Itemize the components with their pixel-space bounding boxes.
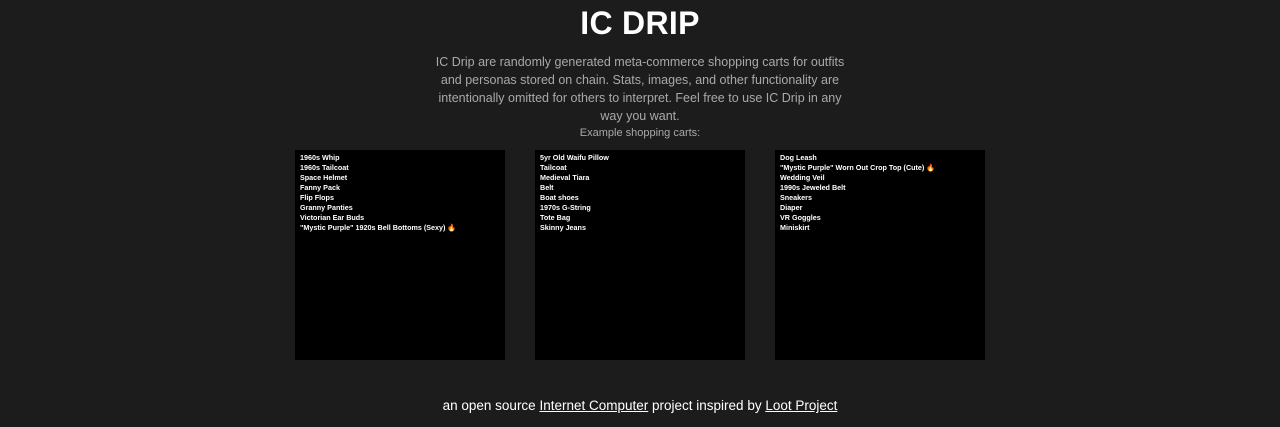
cart-item: Boat shoes — [540, 193, 579, 202]
cart-item: Sneakers — [780, 193, 812, 202]
cart-item: Dog Leash — [780, 153, 817, 162]
cart-item: Belt — [540, 183, 554, 192]
carts-heading: Example shopping carts: — [579, 127, 701, 139]
cart-item: 1960s Tailcoat — [300, 163, 349, 172]
cart-item: VR Goggles — [780, 213, 821, 222]
cart-item-list: Dog Leash "Mystic Purple" Worn Out Crop … — [780, 153, 980, 233]
cart-item: Diaper — [780, 203, 803, 212]
cart-item: Victorian Ear Buds — [300, 213, 365, 222]
cart-item: Tote Bag — [540, 213, 571, 222]
cart-item: 1990s Jeweled Belt — [780, 183, 846, 192]
footer-prefix: an open source — [442, 398, 540, 413]
loot-project-link[interactable]: Loot Project — [765, 398, 837, 413]
cart-item: "Mystic Purple" Worn Out Crop Top (Cute)… — [780, 163, 936, 172]
cart-item: Granny Panties — [300, 203, 353, 212]
cart-item: Miniskirt — [780, 223, 810, 232]
page-description: IC Drip are randomly generated meta-comm… — [435, 55, 845, 123]
shopping-cart-2: 5yr Old Waifu Pillow Tailcoat Medieval T… — [535, 150, 745, 360]
cart-item: Skinny Jeans — [540, 223, 586, 232]
footer-middle: project inspired by — [648, 398, 766, 413]
cart-item: 1970s G-String — [540, 203, 591, 212]
cart-item: Wedding Veil — [780, 173, 825, 182]
internet-computer-link[interactable]: Internet Computer — [539, 398, 648, 413]
cart-item: "Mystic Purple" 1920s Bell Bottoms (Sexy… — [300, 223, 457, 232]
shopping-cart-1: 1960s Whip 1960s Tailcoat Space Helmet F… — [295, 150, 505, 360]
cart-item-list: 1960s Whip 1960s Tailcoat Space Helmet F… — [300, 153, 500, 233]
footer: an open source Internet Computer project… — [0, 397, 1280, 415]
cart-item: 5yr Old Waifu Pillow — [540, 153, 609, 162]
cart-item: Space Helmet — [300, 173, 348, 182]
cart-item: Fanny Pack — [300, 183, 340, 192]
cart-item-list: 5yr Old Waifu Pillow Tailcoat Medieval T… — [540, 153, 740, 233]
cart-item: Flip Flops — [300, 193, 334, 202]
cart-item: Medieval Tiara — [540, 173, 590, 182]
cart-item: Tailcoat — [540, 163, 567, 172]
shopping-cart-3: Dog Leash "Mystic Purple" Worn Out Crop … — [775, 150, 985, 360]
cart-item: 1960s Whip — [300, 153, 340, 162]
page: IC DRIP IC Drip are randomly generated m… — [0, 0, 1280, 427]
page-title: IC DRIP — [580, 5, 700, 41]
